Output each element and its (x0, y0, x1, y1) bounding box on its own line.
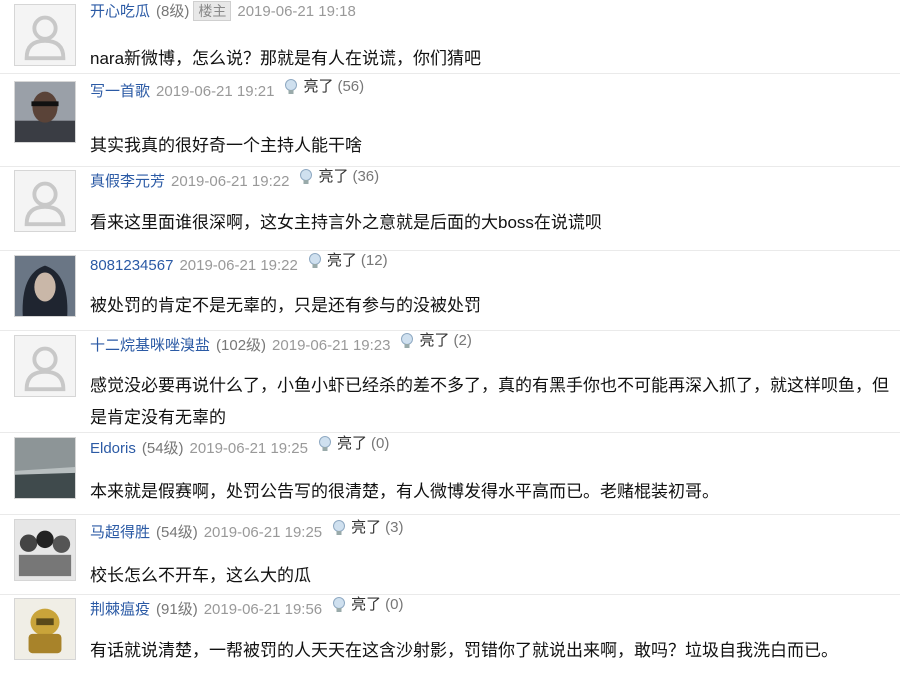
comment-text: 有话就说清楚，一帮被罚的人天天在这含沙射影，罚错你了就说出来啊，敢吗？垃圾自我洗… (90, 641, 838, 660)
comment-meta: 真假李元芳 2019-06-21 19:22 亮了 (36) (90, 166, 379, 190)
post-time: 2019-06-21 19:23 (272, 337, 391, 354)
comment-item: 荆棘瘟疫 (91级) 2019-06-21 19:56 亮了 (0) 有话就说清楚，一帮… (0, 594, 900, 677)
like-count: (3) (385, 519, 404, 536)
user-level: (8级) (156, 3, 190, 20)
comment-text: 其实我真的很好奇一个主持人能干啥 (90, 136, 362, 155)
like-count: (2) (453, 332, 472, 349)
avatar-longhair[interactable] (14, 255, 76, 317)
like-button[interactable]: 亮了 (36) (297, 166, 379, 188)
like-count: (56) (337, 78, 365, 95)
user-level: (54级) (141, 440, 184, 457)
like-button[interactable]: 亮了 (12) (306, 250, 388, 272)
lightbulb-icon (333, 520, 346, 535)
like-button[interactable]: 亮了 (3) (330, 517, 404, 539)
like-button[interactable]: 亮了 (0) (316, 433, 389, 455)
lightbulb-icon (333, 597, 346, 612)
post-time: 2019-06-21 19:56 (203, 601, 323, 618)
op-badge: 楼主 (193, 1, 232, 21)
like-label: 亮了 (351, 596, 382, 613)
like-button[interactable]: 亮了 (56) (282, 76, 364, 98)
username-link[interactable]: 真假李元芳 (90, 173, 165, 190)
comment-meta: Eldoris (54级) 2019-06-21 19:25 亮了 (0) (90, 433, 389, 457)
like-label: 亮了 (303, 78, 334, 95)
post-time: 2019-06-21 19:25 (203, 524, 323, 541)
comment-meta: 十二烷基咪唑溴盐 (102级) 2019-06-21 19:23 亮了 (2) (90, 330, 472, 354)
like-label: 亮了 (326, 252, 357, 269)
post-time: 2019-06-21 19:22 (171, 173, 290, 190)
comment-meta: 荆棘瘟疫 (91级) 2019-06-21 19:56 亮了 (0) (90, 594, 404, 618)
like-count: (12) (360, 252, 388, 269)
post-time: 2019-06-21 19:21 (156, 83, 275, 100)
avatar-sea[interactable] (14, 437, 76, 499)
lightbulb-icon (285, 79, 298, 94)
username-link[interactable]: Eldoris (90, 440, 136, 457)
like-button[interactable]: 亮了 (2) (398, 330, 472, 352)
like-label: 亮了 (351, 519, 382, 536)
comment-meta: 开心吃瓜 (8级) 楼主 2019-06-21 19:18 (90, 1, 356, 23)
like-label: 亮了 (419, 332, 450, 349)
comment-item: Eldoris (54级) 2019-06-21 19:25 亮了 (0) 本来就是假赛… (0, 432, 900, 515)
username-link[interactable]: 开心吃瓜 (90, 3, 150, 20)
like-button[interactable]: 亮了 (0) (330, 594, 404, 616)
post-time: 2019-06-21 19:25 (189, 440, 308, 457)
like-count: (0) (371, 435, 390, 452)
username-link[interactable]: 马超得胜 (90, 524, 150, 541)
comment-text: 被处罚的肯定不是无辜的，只是还有参与的没被处罚 (90, 296, 481, 315)
comment-text: 看来这里面谁很深啊，这女主持言外之意就是后面的大boss在说谎呗 (90, 213, 602, 232)
lightbulb-icon (308, 253, 321, 268)
like-label: 亮了 (318, 168, 349, 185)
comment-item: 8081234567 2019-06-21 19:22 亮了 (12) 被处罚的肯定不… (0, 250, 900, 331)
post-time: 2019-06-21 19:18 (237, 3, 356, 20)
like-label: 亮了 (336, 435, 367, 452)
comment-item: 开心吃瓜 (8级) 楼主 2019-06-21 19:18 nara新微博，怎么说？那… (0, 0, 900, 74)
comment-text: 感觉没必要再说什么了，小鱼小虾已经杀的差不多了，真的有黑手你也不可能再深入抓了，… (90, 376, 889, 427)
user-level: (91级) (156, 601, 198, 618)
comment-text: 校长怎么不开车，这么大的瓜 (90, 566, 311, 585)
lightbulb-icon (318, 436, 331, 451)
avatar-default[interactable] (14, 4, 76, 66)
username-link[interactable]: 写一首歌 (90, 83, 150, 100)
avatar-man[interactable] (14, 81, 76, 143)
username-link[interactable]: 荆棘瘟疫 (90, 601, 150, 618)
username-link[interactable]: 8081234567 (90, 257, 173, 274)
post-time: 2019-06-21 19:22 (179, 257, 298, 274)
avatar-default[interactable] (14, 170, 76, 232)
comment-text: nara新微博，怎么说？那就是有人在说谎，你们猜吧 (90, 49, 482, 68)
lightbulb-icon (401, 333, 414, 348)
avatar-gold[interactable] (14, 598, 76, 660)
comment-item: 十二烷基咪唑溴盐 (102级) 2019-06-21 19:23 亮了 (2) 感觉没必… (0, 330, 900, 433)
comment-item: 写一首歌 2019-06-21 19:21 亮了 (56) 其实我真的很好奇一个主持人… (0, 73, 900, 167)
comment-text: 本来就是假赛啊，处罚公告写的很清楚，有人微博发得水平高而已。老赌棍装初哥。 (90, 482, 719, 501)
comment-item: 真假李元芳 2019-06-21 19:22 亮了 (36) 看来这里面谁很深啊，这女… (0, 166, 900, 251)
like-count: (36) (352, 168, 380, 185)
avatar-default[interactable] (14, 335, 76, 397)
comment-item: 马超得胜 (54级) 2019-06-21 19:25 亮了 (3) 校长怎么不开车，这… (0, 514, 900, 595)
user-level: (102级) (216, 337, 267, 354)
user-level: (54级) (156, 524, 198, 541)
lightbulb-icon (300, 169, 313, 184)
avatar-group[interactable] (14, 519, 76, 581)
comment-meta: 8081234567 2019-06-21 19:22 亮了 (12) (90, 250, 388, 274)
comment-meta: 马超得胜 (54级) 2019-06-21 19:25 亮了 (3) (90, 517, 404, 541)
like-count: (0) (385, 596, 404, 613)
username-link[interactable]: 十二烷基咪唑溴盐 (90, 337, 210, 354)
comment-meta: 写一首歌 2019-06-21 19:21 亮了 (56) (90, 76, 364, 100)
